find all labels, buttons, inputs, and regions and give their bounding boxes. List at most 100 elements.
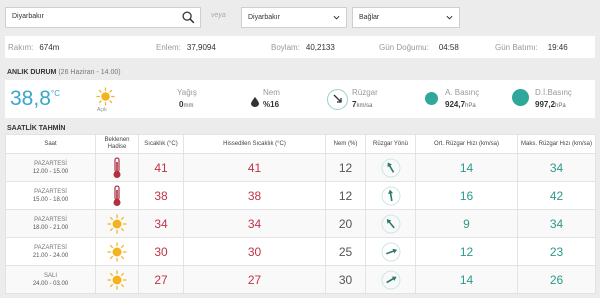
wind-dir-cell (365, 181, 416, 210)
time-cell: PAZARTESİ 12.00 - 15.00 (5, 153, 96, 182)
district-select[interactable]: Bağlar (352, 7, 460, 28)
time-cell: SALI 24.00 - 03.00 (5, 265, 96, 294)
wind-arrow-icon (381, 158, 400, 177)
wind-arrow-icon (381, 186, 400, 205)
time-cell: PAZARTESİ 15.00 - 18.00 (5, 181, 96, 210)
wind-max-cell: 23 (517, 237, 596, 266)
humidity-cell: 20 (325, 209, 366, 238)
event-cell (95, 181, 139, 210)
col-temp: Sıcaklık (°C) (138, 134, 184, 154)
col-feels: Hissedilen Sıcaklık (°C) (183, 134, 326, 154)
wind-max-cell: 42 (517, 181, 596, 210)
humidity-cell: 30 (325, 265, 366, 294)
col-time: Saat (5, 134, 96, 154)
table-row: SALI 24.00 - 03.00 27 27 30 14 26 (5, 265, 596, 294)
table-row: PAZARTESİ 15.00 - 18.00 38 38 12 16 42 (5, 181, 596, 210)
thermometer-icon (113, 156, 121, 178)
event-cell (95, 209, 139, 238)
current-temperature: 38,8 (10, 87, 51, 110)
wind-max-cell: 34 (517, 153, 596, 182)
event-cell (95, 237, 139, 266)
col-wind-avg: Ort. Rüzgar Hızı (km/sa) (415, 134, 518, 154)
humidity-cell: 12 (325, 153, 366, 182)
search-icon[interactable] (182, 11, 195, 24)
rain-value: 0mm (179, 100, 194, 109)
wind-max-cell: 26 (517, 265, 596, 294)
wind-avg-cell: 14 (415, 153, 518, 182)
province-select[interactable]: Diyarbakır (241, 7, 347, 28)
col-event: Beklenen Hadise (95, 134, 139, 154)
hourly-forecast-table: Saat Beklenen Hadise Sıcaklık (°C) Hisse… (5, 134, 596, 294)
wind-dir-cell (365, 209, 416, 238)
feels-cell: 41 (183, 153, 326, 182)
wind-avg-cell: 14 (415, 265, 518, 294)
event-cell (95, 265, 139, 294)
condition-caption: Açık (97, 107, 107, 113)
humidity-label: Nem (263, 88, 280, 97)
arrow-icon (333, 94, 342, 103)
latitude-info: Enlem: 37,9094 (156, 43, 216, 52)
time-cell: PAZARTESİ 21.00 - 24.00 (5, 237, 96, 266)
humidity-cell: 25 (325, 237, 366, 266)
pressure-dot-icon (425, 92, 438, 105)
pressure-label: A. Basınç (445, 88, 480, 97)
wind-label: Rüzgar (352, 88, 378, 97)
sun-icon (96, 87, 115, 106)
wind-dir-cell (365, 237, 416, 266)
table-header-row: Saat Beklenen Hadise Sıcaklık (°C) Hisse… (5, 134, 596, 154)
district-select-value: Bağlar (359, 14, 380, 21)
sunset-info: Gün Batımı: 19:46 (495, 43, 568, 52)
pressure-value: 924,7hPa (445, 100, 476, 109)
col-humidity: Nem (%) (325, 134, 366, 154)
temperature-unit: °C (51, 89, 60, 98)
event-cell (95, 153, 139, 182)
temp-cell: 30 (138, 237, 184, 266)
table-row: PAZARTESİ 18.00 - 21.00 34 34 20 9 34 (5, 209, 596, 238)
wind-dir-cell (365, 265, 416, 294)
feels-cell: 34 (183, 209, 326, 238)
wind-direction-indicator (327, 89, 348, 110)
wind-arrow-icon (381, 214, 400, 233)
wind-dir-cell (365, 153, 416, 182)
province-select-value: Diyarbakır (248, 14, 280, 21)
humidity-value: %16 (263, 100, 280, 109)
wind-arrow-icon (381, 270, 400, 289)
wind-max-cell: 34 (517, 209, 596, 238)
chevron-down-icon (333, 15, 340, 20)
chevron-down-icon (446, 15, 453, 20)
temp-cell: 38 (138, 181, 184, 210)
sun-icon (107, 269, 127, 290)
temp-cell: 34 (138, 209, 184, 238)
thermometer-icon (113, 184, 121, 206)
sun-icon (107, 241, 127, 262)
sun-icon (107, 213, 127, 234)
sunrise-info: Gün Doğumu: 04:58 (379, 43, 459, 52)
station-info-bar: Rakım: 674m Enlem: 37,9094 Boylam: 40,2133 … (5, 36, 595, 58)
hourly-forecast-title: SAATLİK TAHMİN (7, 125, 66, 132)
search-input-value: Diyarbakır (12, 13, 44, 20)
drop-icon (251, 97, 259, 107)
temp-cell: 27 (138, 265, 184, 294)
rain-label: Yağış (177, 88, 197, 97)
sea-pressure-dot-icon (512, 89, 529, 106)
time-cell: PAZARTESİ 18.00 - 21.00 (5, 209, 96, 238)
wind-avg-cell: 9 (415, 209, 518, 238)
longitude-info: Boylam: 40,2133 (271, 43, 335, 52)
wind-value: 7km/sa (352, 100, 373, 109)
sea-pressure-label: D.İ.Basınç (535, 88, 572, 97)
sea-pressure-value: 997,2hPa (535, 100, 566, 109)
search-input[interactable]: Diyarbakır (5, 7, 201, 28)
feels-cell: 38 (183, 181, 326, 210)
altitude-info: Rakım: 674m (8, 43, 60, 52)
current-conditions-panel: 38,8 °C Açık Yağış 0mm Nem %16 Rüzgar 7k… (5, 80, 595, 118)
table-row: PAZARTESİ 21.00 - 24.00 30 30 25 12 23 (5, 237, 596, 266)
wind-arrow-icon (381, 242, 400, 261)
or-label: veya (211, 12, 226, 19)
wind-avg-cell: 16 (415, 181, 518, 210)
table-row: PAZARTESİ 12.00 - 15.00 41 41 12 14 34 (5, 153, 596, 182)
col-wind-dir: Rüzgar Yönü (365, 134, 416, 154)
humidity-cell: 12 (325, 181, 366, 210)
col-wind-max: Maks. Rüzgar Hızı (km/sa) (517, 134, 596, 154)
temp-cell: 41 (138, 153, 184, 182)
wind-avg-cell: 12 (415, 237, 518, 266)
